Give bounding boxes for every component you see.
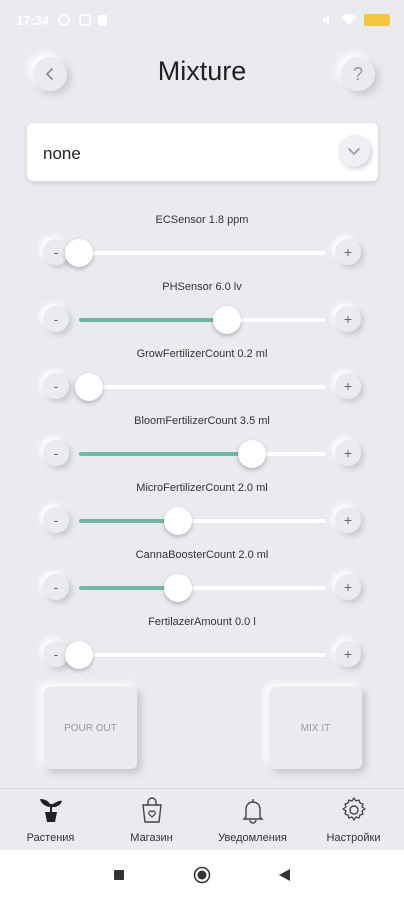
tab-label: Магазин [130,832,173,844]
recents-button[interactable] [113,869,125,881]
tab-shop[interactable]: Магазин [101,789,202,851]
slider-thumb[interactable] [74,373,103,401]
decrement-button[interactable]: - [43,507,69,533]
help-icon: ? [352,63,363,84]
slider-thumb[interactable] [237,440,266,468]
system-icons [322,12,390,28]
slider-label: BloomFertilizerCount 3.5 ml [134,415,270,427]
chevron-down-icon[interactable] [338,135,370,167]
pour-out-button[interactable]: POUR OUT [44,687,137,769]
bottom-tab-bar: Растения Магазин Уведомления Настройки [0,788,404,851]
increment-button[interactable]: + [335,306,361,332]
increment-button[interactable]: + [335,440,361,466]
mix-it-button[interactable]: MIX IT [269,687,362,769]
gear-icon [342,797,366,821]
plant-icon [40,799,62,822]
slider-thumb[interactable] [213,306,242,334]
slider-fill [79,586,178,590]
home-button[interactable] [193,866,211,884]
slider-thumb[interactable] [163,574,192,602]
slider-label: GrowFertilizerCount 0.2 ml [136,348,268,360]
tab-label: Настройки [326,832,381,844]
back-nav-button[interactable] [278,868,291,882]
wifi-icon [342,14,356,25]
slider-track[interactable] [74,373,326,401]
slider-label: MicroFertilizerCount 2.0 ml [136,482,268,494]
slider-thumb[interactable] [163,507,192,535]
decrement-button[interactable]: - [43,574,69,600]
dropdown-value: none [43,144,81,163]
battery-icon [364,14,390,26]
tab-settings[interactable]: Настройки [303,789,404,851]
increment-button[interactable]: + [335,373,361,399]
decrement-button[interactable]: - [43,373,69,399]
status-bar: 17:34 [0,0,404,44]
status-time: 17:34 [16,13,50,28]
tab-label: Уведомления [218,832,287,844]
decrement-button[interactable]: - [43,306,69,332]
slider-track[interactable] [79,574,326,602]
decrement-button[interactable]: - [43,440,69,466]
increment-button[interactable]: + [335,574,361,600]
slider-label: CannaBoosterCount 2.0 ml [135,549,269,561]
tab-label: Растения [26,832,75,844]
shopping-bag-icon [142,797,162,823]
preset-dropdown[interactable]: none [27,123,378,181]
slider-fill [79,519,178,523]
slider-track[interactable] [79,306,326,334]
tab-plants[interactable]: Растения [0,789,101,851]
slider-label: PHSensor 6.0 lv [162,281,242,293]
slider-fill [79,452,252,456]
slider-thumb[interactable] [65,641,93,669]
slider-track[interactable] [79,440,326,468]
tab-notifications[interactable]: Уведомления [202,789,303,851]
slider-fill [79,318,228,322]
increment-button[interactable]: + [335,507,361,533]
bell-icon [242,799,264,824]
slider-track[interactable] [65,641,326,669]
slider-label: FertilazerAmount 0.0 l [148,616,256,628]
help-button[interactable]: ? [341,57,375,91]
slider-track[interactable] [65,239,326,267]
mute-icon [323,15,329,25]
slider-label: ECSensor 1.8 ppm [155,214,249,226]
slider-track[interactable] [79,507,326,535]
system-nav-bar [0,850,404,900]
increment-button[interactable]: + [335,641,361,667]
increment-button[interactable]: + [335,239,361,265]
notification-icons [58,14,107,26]
slider-thumb[interactable] [65,239,93,267]
